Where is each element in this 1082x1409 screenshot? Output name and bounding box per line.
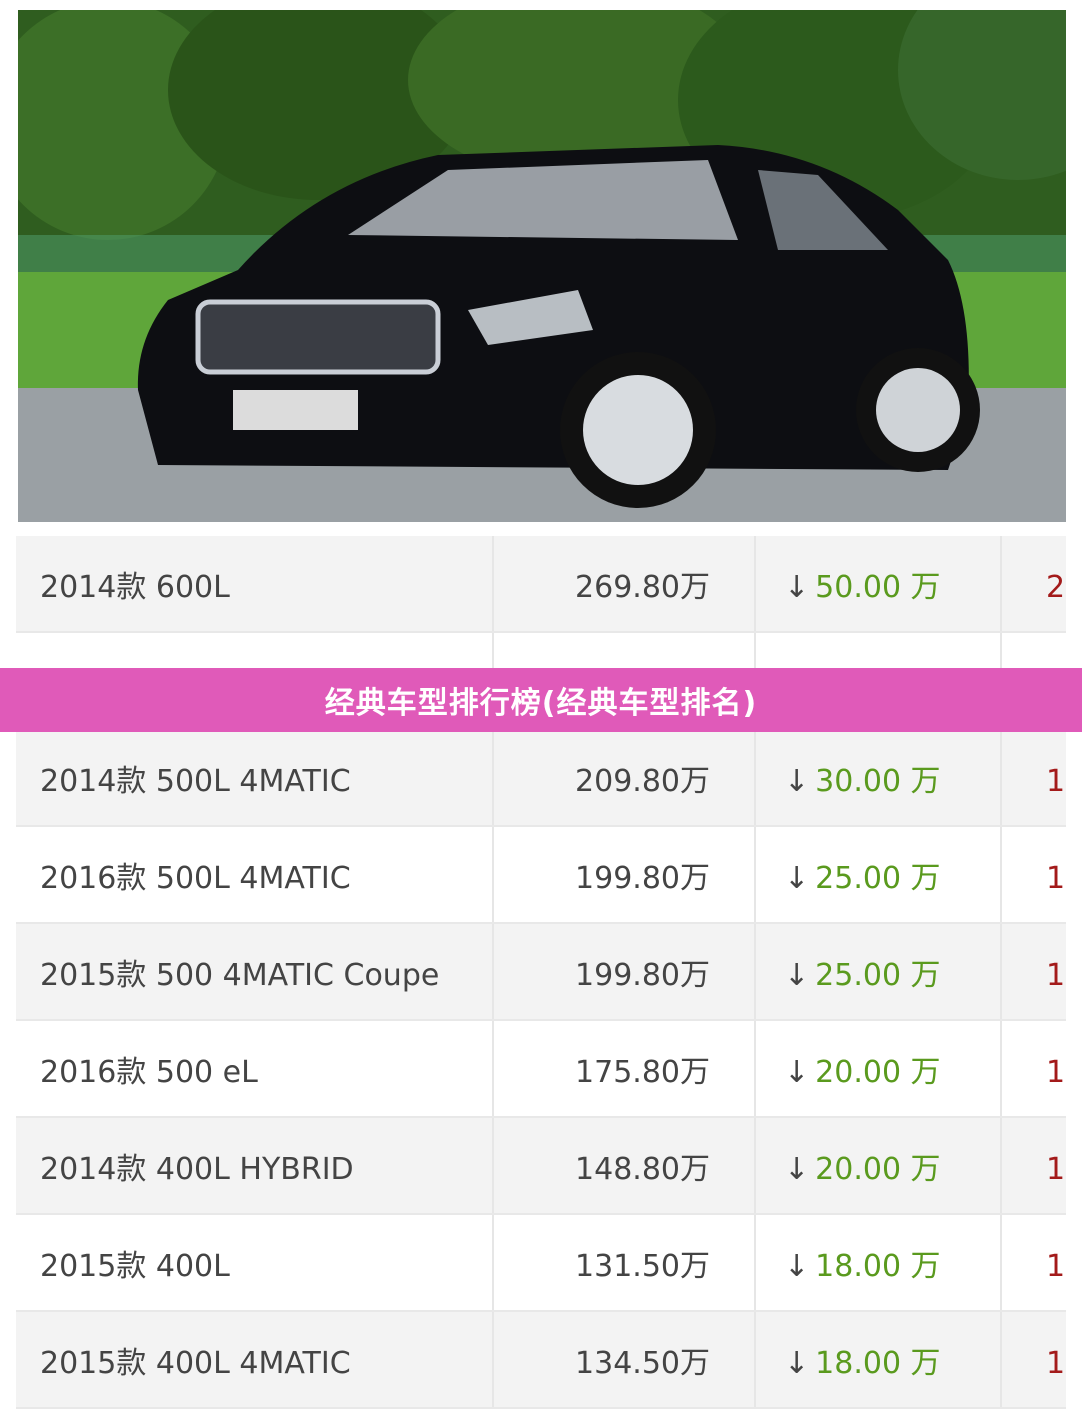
price-drop-value: 20.00 万	[815, 1151, 941, 1187]
model-cell: 2014款 500L 4MATIC	[16, 729, 494, 827]
car-photo	[18, 10, 1066, 522]
price-drop-value: 20.00 万	[815, 1054, 941, 1090]
price-cell: 209.80万	[493, 729, 756, 827]
price-cell: 269.80万	[493, 536, 756, 633]
price-drop-value: 50.00 万	[815, 569, 941, 605]
down-arrow-icon: ↓	[784, 1151, 810, 1187]
final-price-cell: 116.50万	[1001, 1311, 1066, 1409]
down-arrow-icon: ↓	[784, 957, 810, 993]
table-row: 2015款 400L 4MATIC134.50万↓18.00 万116.50万	[16, 1311, 1066, 1409]
price-drop-value: 18.00 万	[815, 1248, 941, 1284]
down-arrow-icon: ↓	[784, 1345, 810, 1381]
down-arrow-icon: ↓	[784, 1054, 810, 1090]
model-cell: 2015款 500 4MATIC Coupe	[16, 923, 494, 1021]
price-drop-cell: ↓ 20.00 万	[755, 1020, 1002, 1118]
car-photo-illustration	[18, 10, 1066, 522]
price-drop-value: 25.00 万	[815, 957, 941, 993]
price-cell: 134.50万	[493, 1311, 756, 1409]
final-price-cell: 174.80万	[1001, 923, 1066, 1021]
final-price-cell: 174.80万	[1001, 826, 1066, 924]
price-cell: 131.50万	[493, 1214, 756, 1312]
final-price-cell: 113.50万	[1001, 1214, 1066, 1312]
price-drop-cell: ↓ 18.00 万	[755, 1214, 1002, 1312]
model-cell: 2014款 600L	[16, 536, 494, 633]
table-row: 2014款 500L 4MATIC209.80万↓30.00 万179.80万	[16, 729, 1066, 827]
price-drop-cell: ↓ 25.00 万	[755, 826, 1002, 924]
model-cell: 2015款 400L 4MATIC	[16, 1311, 494, 1409]
price-drop-value: 25.00 万	[815, 860, 941, 896]
price-cell: 175.80万	[493, 1020, 756, 1118]
banner-title: 经典车型排行榜(经典车型排名)	[324, 686, 758, 721]
price-cell: 148.80万	[493, 1117, 756, 1215]
table-row: 2015款 500 4MATIC Coupe199.80万↓25.00 万174…	[16, 923, 1066, 1021]
down-arrow-icon: ↓	[784, 860, 810, 896]
price-drop-cell: ↓ 20.00 万	[755, 1117, 1002, 1215]
price-drop-cell: ↓30.00 万	[755, 729, 1002, 827]
model-cell: 2014款 400L HYBRID	[16, 1117, 494, 1215]
final-price-cell: 219.80万	[1001, 536, 1066, 633]
down-arrow-icon: ↓	[784, 569, 810, 605]
title-banner: 经典车型排行榜(经典车型排名)	[0, 668, 1082, 732]
price-table: 2014款 600L269.80万↓50.00 万219.80万2014款 50…	[16, 536, 1066, 1409]
price-drop-value: 30.00 万	[815, 763, 941, 799]
price-drop-value: 18.00 万	[815, 1345, 941, 1381]
price-drop-cell: ↓ 25.00 万	[755, 923, 1002, 1021]
final-price-cell: 155.80万	[1001, 1020, 1066, 1118]
model-cell: 2016款 500 eL	[16, 1020, 494, 1118]
down-arrow-icon: ↓	[784, 1248, 810, 1284]
table-row: 2016款 500 eL175.80万↓20.00 万155.80万	[16, 1020, 1066, 1118]
table-row: 2014款 400L HYBRID148.80万↓20.00 万128.80万	[16, 1117, 1066, 1215]
table-row: 2014款 600L269.80万↓50.00 万219.80万	[16, 536, 1066, 633]
model-cell: 2016款 500L 4MATIC	[16, 826, 494, 924]
price-cell: 199.80万	[493, 826, 756, 924]
table-row: 2016款 500L 4MATIC199.80万↓25.00 万174.80万	[16, 826, 1066, 924]
price-drop-cell: ↓ 50.00 万	[755, 536, 1002, 633]
final-price-cell: 179.80万	[1001, 729, 1066, 827]
table-row: 2015款 400L131.50万↓18.00 万113.50万	[16, 1214, 1066, 1312]
down-arrow-icon: ↓	[784, 763, 810, 799]
model-cell: 2015款 400L	[16, 1214, 494, 1312]
price-cell: 199.80万	[493, 923, 756, 1021]
price-drop-cell: ↓ 18.00 万	[755, 1311, 1002, 1409]
final-price-cell: 128.80万	[1001, 1117, 1066, 1215]
